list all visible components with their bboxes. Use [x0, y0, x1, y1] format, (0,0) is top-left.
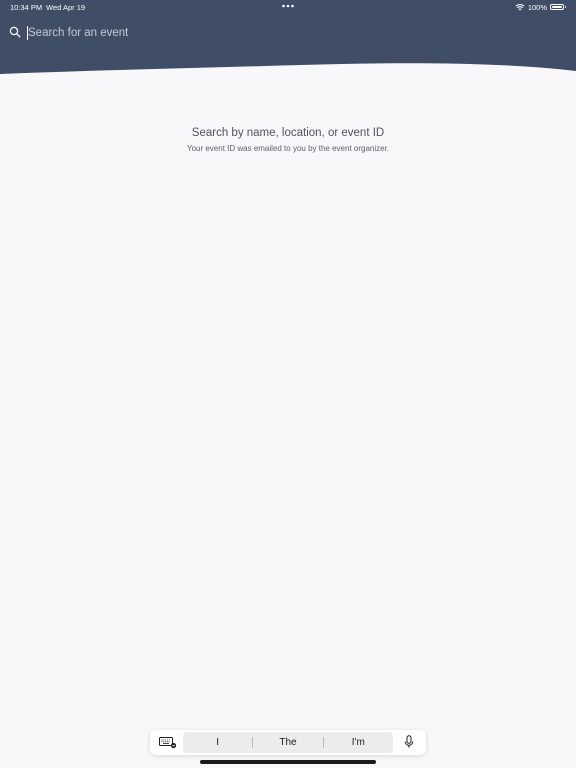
predictive-text-suggestions: I The I'm: [183, 732, 393, 753]
suggestion-1[interactable]: I: [183, 732, 252, 753]
battery-percent: 100%: [527, 2, 547, 12]
status-date: Wed Apr 19: [46, 3, 86, 12]
text-cursor: [27, 26, 29, 40]
search-bar: [0, 22, 576, 44]
microphone-icon[interactable]: [404, 735, 414, 749]
header: 10:34 PM Wed Apr 19 100%: [0, 0, 576, 80]
empty-state: Search by name, location, or event ID Yo…: [0, 126, 576, 154]
wifi-icon: [515, 4, 525, 11]
suggestion-2[interactable]: The: [253, 732, 322, 753]
empty-state-subtitle: Your event ID was emailed to you by the …: [186, 144, 390, 153]
suggestion-3[interactable]: I'm: [324, 732, 393, 753]
empty-state-title: Search by name, location, or event ID: [191, 127, 385, 139]
status-time: 10:34 PM: [10, 3, 43, 12]
home-indicator[interactable]: [200, 760, 376, 764]
status-bar: 10:34 PM Wed Apr 19 100%: [0, 0, 576, 14]
search-icon: [9, 26, 21, 38]
status-indicators: 100%: [515, 2, 566, 12]
keyboard-icon[interactable]: [159, 736, 177, 749]
multitasking-dots-icon[interactable]: [281, 2, 295, 10]
keyboard-shortcut-bar: I The I'm: [150, 730, 426, 755]
battery-icon: [550, 4, 566, 10]
search-input[interactable]: [26, 24, 448, 42]
